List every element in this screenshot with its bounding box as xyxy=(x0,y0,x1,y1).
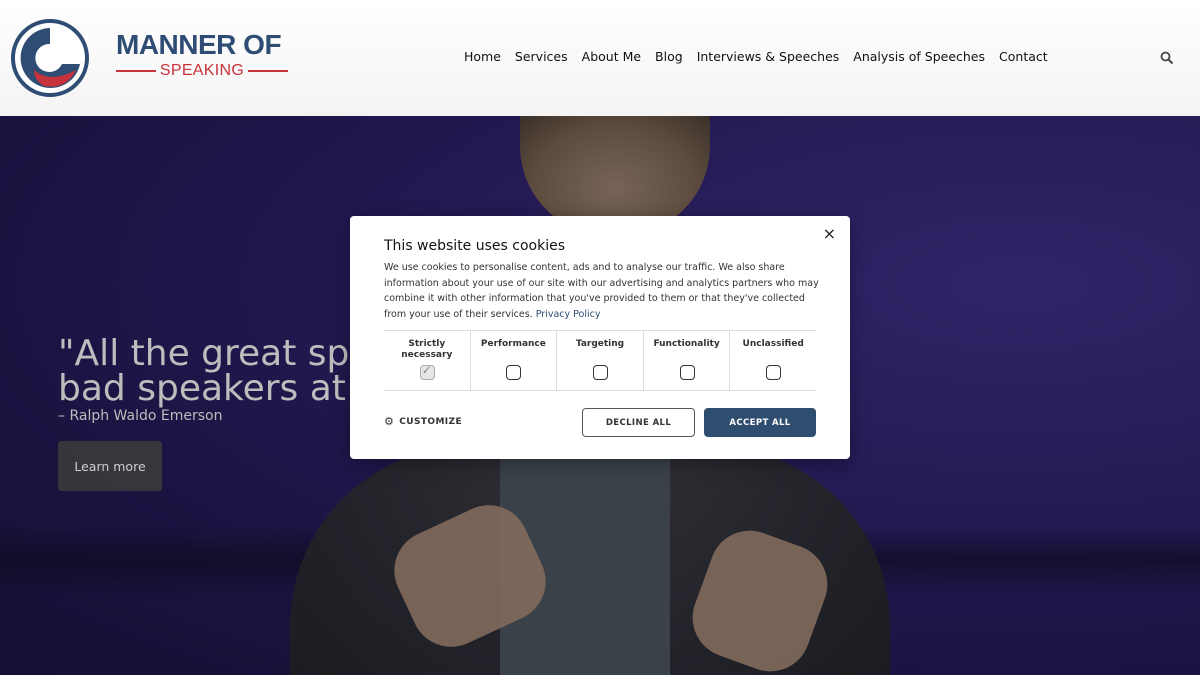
cookie-consent-dialog: × This website uses cookies We use cooki… xyxy=(350,216,850,459)
close-icon[interactable]: × xyxy=(823,224,836,243)
cookie-body-text: We use cookies to personalise content, a… xyxy=(384,262,819,320)
brand-wordmark[interactable]: MANNER OF SPEAKING xyxy=(116,30,288,80)
checkbox-performance[interactable] xyxy=(506,365,522,380)
nav-home[interactable]: Home xyxy=(464,49,501,64)
category-label: Unclassified xyxy=(742,339,804,349)
gear-icon: ⚙ xyxy=(384,415,395,428)
customize-button[interactable]: ⚙ CUSTOMIZE xyxy=(384,415,463,428)
nav-interviews-speeches[interactable]: Interviews & Speeches xyxy=(697,49,840,64)
nav-about-me[interactable]: About Me xyxy=(582,49,641,64)
accept-all-button[interactable]: ACCEPT ALL xyxy=(704,408,816,437)
checkbox-functionality[interactable] xyxy=(679,365,695,380)
cookie-description: We use cookies to personalise content, a… xyxy=(384,260,824,322)
checkbox-strictly-necessary xyxy=(419,363,435,380)
category-strictly-necessary: Strictly necessary xyxy=(384,331,471,390)
privacy-policy-link[interactable]: Privacy Policy xyxy=(536,309,601,320)
nav-contact[interactable]: Contact xyxy=(999,49,1048,64)
quote-author: – Ralph Waldo Emerson xyxy=(58,408,223,424)
main-nav: Home Services About Me Blog Interviews &… xyxy=(464,49,1048,64)
category-performance: Performance xyxy=(471,331,558,390)
learn-more-button[interactable]: Learn more xyxy=(58,441,162,491)
category-functionality: Functionality xyxy=(644,331,731,390)
site-header: MANNER OF SPEAKING Home Services About M… xyxy=(0,0,1200,116)
nav-analysis-of-speeches[interactable]: Analysis of Speeches xyxy=(853,49,985,64)
checkbox-targeting[interactable] xyxy=(592,365,608,380)
brand-subtitle: SPEAKING xyxy=(159,62,245,79)
category-label: Performance xyxy=(480,339,546,349)
category-label: Targeting xyxy=(575,339,625,349)
site-logo[interactable] xyxy=(10,18,90,98)
cookie-categories: Strictly necessary Performance Targeting… xyxy=(384,330,816,391)
decline-all-button[interactable]: DECLINE ALL xyxy=(582,408,695,437)
category-unclassified: Unclassified xyxy=(730,331,816,390)
nav-services[interactable]: Services xyxy=(515,49,568,64)
search-icon[interactable] xyxy=(1160,51,1174,65)
category-targeting: Targeting xyxy=(557,331,644,390)
brand-title: MANNER OF xyxy=(116,29,282,60)
brand-divider xyxy=(248,70,288,72)
cookie-title: This website uses cookies xyxy=(384,238,566,254)
brand-divider xyxy=(116,70,156,72)
category-label: Functionality xyxy=(653,339,720,349)
checkbox-unclassified[interactable] xyxy=(766,365,782,380)
nav-blog[interactable]: Blog xyxy=(655,49,683,64)
customize-label: CUSTOMIZE xyxy=(399,417,463,427)
category-label: Strictly necessary xyxy=(401,339,453,360)
